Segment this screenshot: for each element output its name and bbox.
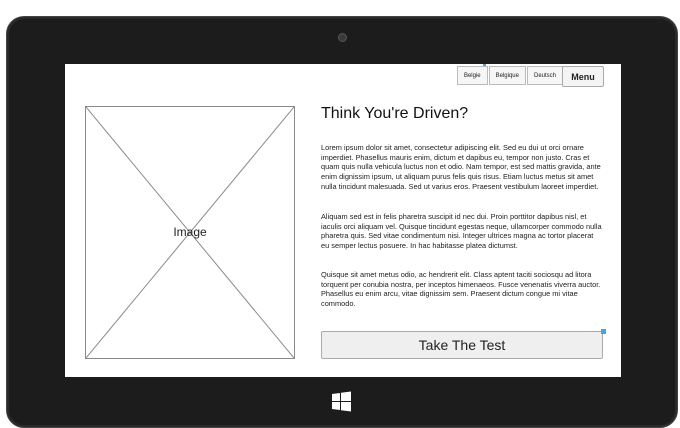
language-switcher: Belgie Belgique Deutsch [456, 66, 563, 85]
image-placeholder: Image [85, 106, 295, 359]
selection-marker [601, 329, 606, 334]
language-belgie-button[interactable]: Belgie [456, 66, 488, 85]
page-title: Think You're Driven? [321, 105, 469, 122]
body-paragraph: Aliquam sed est in felis pharetra suscip… [321, 212, 602, 251]
body-paragraph: Lorem ipsum dolor sit amet, consectetur … [321, 143, 601, 191]
take-the-test-button[interactable]: Take The Test [321, 331, 603, 359]
windows-logo-icon[interactable] [329, 389, 354, 414]
camera-icon [338, 33, 347, 42]
body-paragraph: Quisque sit amet metus odio, ac hendreri… [321, 270, 601, 309]
language-deutsch-button[interactable]: Deutsch [526, 66, 563, 85]
image-placeholder-label: Image [173, 225, 207, 239]
language-belgique-button[interactable]: Belgique [488, 66, 526, 85]
menu-button[interactable]: Menu [562, 66, 604, 87]
app-screen: Belgie Belgique Deutsch Menu Image Think… [65, 64, 621, 377]
